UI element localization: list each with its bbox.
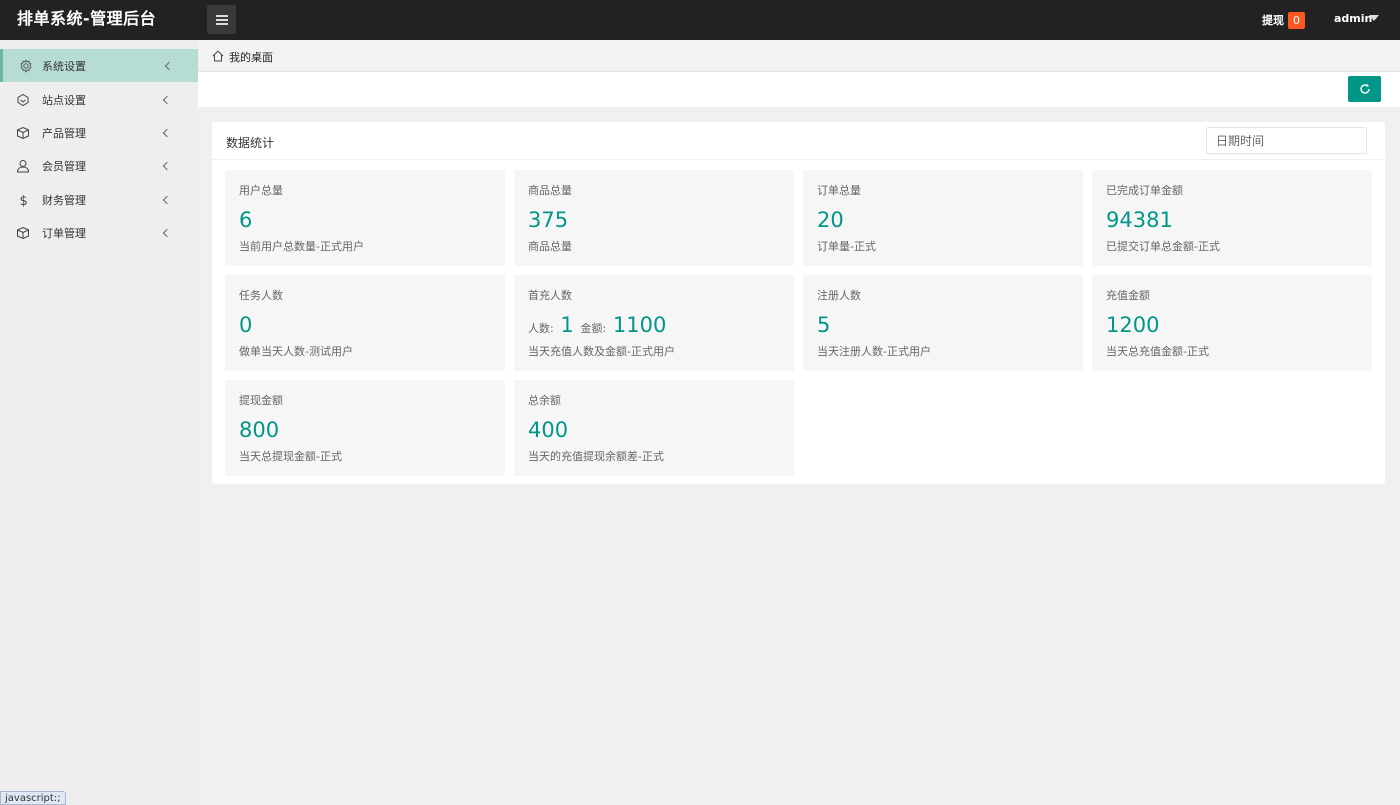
sidebar-item-label: 会员管理 bbox=[42, 159, 86, 173]
stat-value: 800 bbox=[239, 418, 280, 442]
stat-title: 充值金额 bbox=[1106, 289, 1150, 302]
stat-title: 用户总量 bbox=[239, 184, 283, 197]
browser-status-bar: javascript:; bbox=[0, 791, 66, 805]
stat-value: 5 bbox=[817, 313, 831, 337]
withdraw-link[interactable]: 提现 bbox=[1262, 12, 1284, 28]
stat-withdraw-amount: 提现金额 800 当天总提现金额-正式 bbox=[225, 380, 505, 476]
breadcrumb: 我的桌面 bbox=[198, 40, 1400, 72]
user-icon bbox=[16, 159, 30, 173]
gear-icon bbox=[19, 58, 33, 73]
stat-first-recharge: 首充人数 人数: 1 金额: 1100 当天充值人数及金额-正式用户 bbox=[514, 275, 794, 371]
sidebar-item-order-management[interactable]: 订单管理 bbox=[0, 216, 198, 249]
card-header: 数据统计 bbox=[212, 122, 1385, 160]
stat-desc: 当天总提现金额-正式 bbox=[239, 450, 342, 463]
stat-desc: 做单当天人数-测试用户 bbox=[239, 345, 353, 358]
stat-value: 375 bbox=[528, 208, 569, 232]
stat-title: 订单总量 bbox=[817, 184, 861, 197]
app-title: 排单系统-管理后台 bbox=[17, 9, 157, 28]
stat-value: 400 bbox=[528, 418, 569, 442]
card-title: 数据统计 bbox=[226, 136, 275, 150]
chevron-left-icon bbox=[162, 161, 172, 170]
sidebar-item-label: 系统设置 bbox=[42, 59, 86, 73]
sidebar-item-member-management[interactable]: 会员管理 bbox=[0, 149, 198, 182]
stat-desc: 订单量-正式 bbox=[817, 240, 876, 253]
date-time-input[interactable] bbox=[1206, 127, 1367, 154]
hamburger-icon bbox=[215, 15, 228, 25]
withdraw-count-badge: 0 bbox=[1288, 12, 1305, 29]
people-value: 1 bbox=[560, 313, 574, 337]
sidebar-item-finance-management[interactable]: $ 财务管理 bbox=[0, 183, 198, 216]
refresh-icon bbox=[1359, 83, 1370, 94]
stat-title: 总余额 bbox=[528, 394, 561, 407]
stat-recharge-amount: 充值金额 1200 当天总充值金额-正式 bbox=[1092, 275, 1372, 371]
stat-desc: 已提交订单总金额-正式 bbox=[1106, 240, 1220, 253]
stat-value: 20 bbox=[817, 208, 844, 232]
stat-total-orders: 订单总量 20 订单量-正式 bbox=[803, 170, 1083, 266]
stat-value: 6 bbox=[239, 208, 253, 232]
sidebar-item-label: 产品管理 bbox=[42, 126, 86, 140]
box-icon bbox=[16, 126, 30, 140]
sidebar-item-label: 订单管理 bbox=[42, 226, 86, 240]
svg-text:$: $ bbox=[20, 194, 28, 207]
stat-title: 注册人数 bbox=[817, 289, 861, 302]
amount-label: 金额: bbox=[580, 322, 607, 335]
stats-card: 数据统计 用户总量 6 当前用户总数量-正式用户 商品总量 375 商品总量 订… bbox=[212, 122, 1385, 484]
people-label: 人数: bbox=[528, 322, 554, 335]
user-menu[interactable]: admin bbox=[1334, 12, 1372, 25]
home-icon bbox=[212, 50, 224, 65]
box-icon bbox=[16, 226, 30, 240]
stat-task-users: 任务人数 0 做单当天人数-测试用户 bbox=[225, 275, 505, 371]
toolbar bbox=[198, 72, 1400, 107]
stat-value: 人数: 1 金额: 1100 bbox=[528, 312, 666, 342]
top-bar: 排单系统-管理后台 提现 0 admin bbox=[0, 0, 1400, 40]
amount-value: 1100 bbox=[612, 313, 667, 337]
sidebar-item-label: 财务管理 bbox=[42, 193, 86, 207]
stat-desc: 当天充值人数及金额-正式用户 bbox=[528, 345, 675, 358]
sidebar-item-site-settings[interactable]: 站点设置 bbox=[0, 83, 198, 116]
stat-title: 任务人数 bbox=[239, 289, 283, 302]
stat-value: 1200 bbox=[1106, 313, 1160, 337]
stat-completed-order-amount: 已完成订单金额 94381 已提交订单总金额-正式 bbox=[1092, 170, 1372, 266]
stat-desc: 当天总充值金额-正式 bbox=[1106, 345, 1209, 358]
stat-value: 0 bbox=[239, 313, 253, 337]
stat-desc: 当天注册人数-正式用户 bbox=[817, 345, 931, 358]
stat-total-products: 商品总量 375 商品总量 bbox=[514, 170, 794, 266]
chevron-left-icon bbox=[162, 195, 172, 204]
stat-value: 94381 bbox=[1106, 208, 1173, 232]
breadcrumb-item-desktop[interactable]: 我的桌面 bbox=[229, 49, 273, 65]
sidebar: 系统设置 站点设置 产品管理 会员管理 $ 财务管理 订单管理 bbox=[0, 40, 198, 805]
chevron-left-icon bbox=[164, 61, 174, 70]
caret-down-icon[interactable] bbox=[1369, 15, 1379, 21]
refresh-button[interactable] bbox=[1348, 76, 1381, 102]
stat-title: 提现金额 bbox=[239, 394, 283, 407]
chevron-left-icon bbox=[162, 95, 172, 104]
sidebar-item-system-settings[interactable]: 系统设置 bbox=[0, 49, 198, 82]
stat-desc: 当前用户总数量-正式用户 bbox=[239, 240, 364, 253]
chevron-left-icon bbox=[162, 228, 172, 237]
chevron-left-icon bbox=[162, 128, 172, 137]
stat-total-balance: 总余额 400 当天的充值提现余额差-正式 bbox=[514, 380, 794, 476]
menu-toggle-button[interactable] bbox=[207, 5, 236, 34]
site-icon bbox=[16, 93, 30, 107]
stat-registrations: 注册人数 5 当天注册人数-正式用户 bbox=[803, 275, 1083, 371]
stat-title: 已完成订单金额 bbox=[1106, 184, 1183, 197]
stat-title: 商品总量 bbox=[528, 184, 572, 197]
stat-desc: 当天的充值提现余额差-正式 bbox=[528, 450, 664, 463]
stat-total-users: 用户总量 6 当前用户总数量-正式用户 bbox=[225, 170, 505, 266]
stat-title: 首充人数 bbox=[528, 289, 572, 302]
sidebar-item-product-management[interactable]: 产品管理 bbox=[0, 116, 198, 149]
dollar-icon: $ bbox=[16, 193, 30, 207]
stat-desc: 商品总量 bbox=[528, 240, 572, 253]
sidebar-item-label: 站点设置 bbox=[42, 93, 86, 107]
